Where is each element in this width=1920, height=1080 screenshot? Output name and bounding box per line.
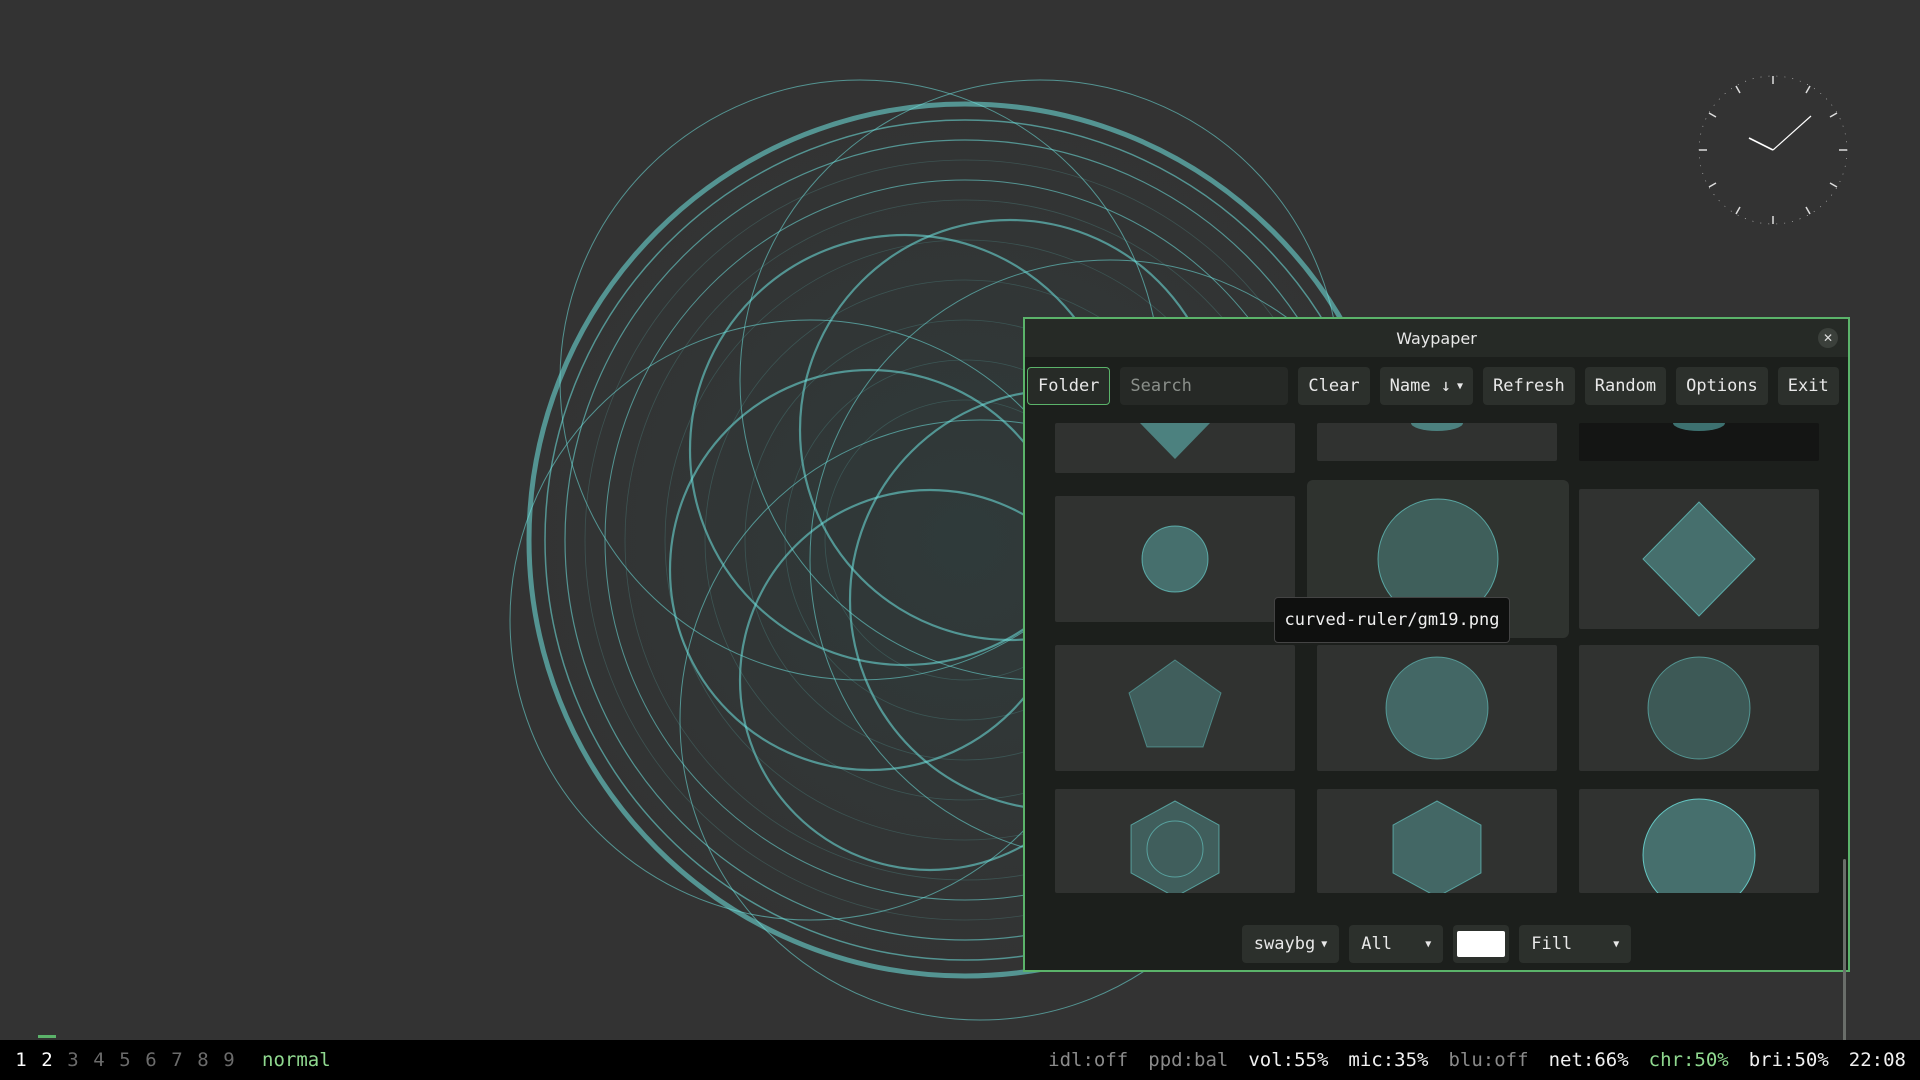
color-swatch [1457,931,1506,957]
workspace-6[interactable]: 6 [138,1049,164,1071]
status-item: 22:08 [1848,1049,1906,1071]
wallpaper-thumbnail[interactable] [1317,423,1557,461]
exit-button[interactable]: Exit [1777,367,1839,405]
search-input[interactable]: Search [1120,367,1289,405]
waypaper-window: Waypaper ✕ Folder Search Clear Name ↓ ▼ … [1023,317,1850,1065]
wallpaper-thumbnail[interactable] [1317,789,1557,893]
monitor-label: All [1361,934,1392,954]
status-item: net:66% [1548,1049,1629,1071]
status-item: ppd:bal [1148,1049,1229,1071]
random-button[interactable]: Random [1584,367,1667,405]
clear-button[interactable]: Clear [1298,367,1370,405]
toolbar: Folder Search Clear Name ↓ ▼ Refresh Ran… [1025,357,1848,415]
workspace-list: 123456789 [0,1035,242,1071]
chevron-down-icon: ▼ [1613,938,1620,950]
chevron-down-icon: ▼ [1321,938,1328,950]
folder-button[interactable]: Folder [1027,367,1111,405]
window-title: Waypaper [1396,328,1477,348]
backend-dropdown[interactable]: swaybg ▼ [1241,925,1340,963]
wallpaper-thumbnail[interactable] [1055,789,1295,893]
fill-label: Fill [1531,934,1573,954]
sort-dropdown[interactable]: Name ↓ ▼ [1379,367,1474,405]
chevron-down-icon: ▼ [1457,380,1464,392]
wallpaper-thumbnail[interactable] [1055,645,1295,771]
status-item: mic:35% [1348,1049,1429,1071]
workspace-9[interactable]: 9 [216,1049,242,1071]
window-titlebar[interactable]: Waypaper ✕ [1025,319,1848,357]
options-button[interactable]: Options [1676,367,1768,405]
workspace-8[interactable]: 8 [190,1049,216,1071]
status-item: idl:off [1048,1049,1129,1071]
close-icon[interactable]: ✕ [1818,328,1838,348]
workspace-7[interactable]: 7 [164,1049,190,1071]
status-item: chr:50% [1648,1049,1729,1071]
workspace-2[interactable]: 2 [34,1035,60,1071]
clock-widget [1698,75,1848,225]
bottom-bar: swaybg ▼ All ▼ Fill ▼ [1025,915,1848,973]
chevron-down-icon: ▼ [1425,938,1432,950]
status-bar: 123456789 normal idl:off ppd:bal vol:55% mi… [0,1035,1920,1080]
refresh-button[interactable]: Refresh [1483,367,1575,405]
monitor-dropdown[interactable]: All ▼ [1349,925,1444,963]
status-item: vol:55% [1248,1049,1329,1071]
filename-tooltip: curved-ruler/gm19.png [1274,597,1510,643]
workspace-5[interactable]: 5 [112,1049,138,1071]
status-item: bri:50% [1748,1049,1829,1071]
fill-mode-dropdown[interactable]: Fill ▼ [1519,925,1632,963]
wallpaper-thumbnail[interactable] [1579,489,1819,629]
wallpaper-thumbnail[interactable] [1579,423,1819,461]
wallpaper-thumbnail[interactable] [1579,789,1819,893]
wallpaper-thumbnail[interactable] [1055,423,1295,473]
wallpaper-thumbnail[interactable] [1317,645,1557,771]
wallpaper-grid [1025,423,1848,893]
color-picker-button[interactable] [1453,925,1510,963]
workspace-4[interactable]: 4 [86,1049,112,1071]
workspace-3[interactable]: 3 [60,1049,86,1071]
sort-label: Name ↓ [1389,376,1452,396]
backend-label: swaybg [1253,934,1316,954]
workspace-1[interactable]: 1 [8,1049,34,1071]
status-item: blu:off [1448,1049,1529,1071]
status-items: idl:off ppd:bal vol:55% mic:35% blu:off net:6… [1048,1049,1920,1071]
wallpaper-thumbnail[interactable] [1579,645,1819,771]
mode-indicator: normal [262,1049,331,1071]
wallpaper-thumbnail[interactable] [1055,496,1295,622]
